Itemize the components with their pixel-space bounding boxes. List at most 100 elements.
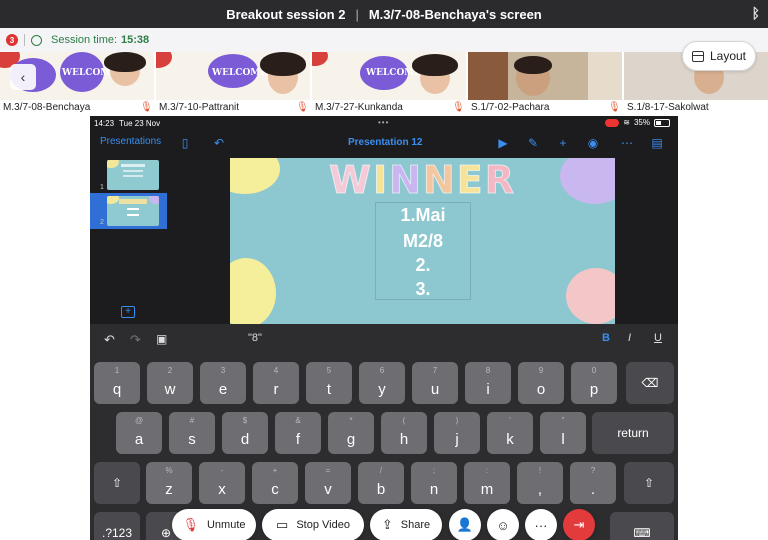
key-a[interactable]: @ a xyxy=(116,412,162,454)
key-secondary-label: 4 xyxy=(273,366,279,375)
participant-tile[interactable]: S.1/7-02-Pachara 🎙 xyxy=(468,52,622,116)
slide-thumbnail[interactable] xyxy=(107,160,159,190)
key-label: n xyxy=(429,481,439,498)
bold-button[interactable]: B xyxy=(602,332,610,344)
ipad-time: 14:23 xyxy=(94,118,115,128)
key-label: . xyxy=(590,481,596,498)
winner-line: 2. xyxy=(415,255,431,275)
clipboard-icon[interactable]: ▣ xyxy=(156,332,167,346)
key-l[interactable]: " l xyxy=(540,412,586,454)
share-button[interactable]: ⇪ Share xyxy=(370,509,442,540)
autocomplete-suggestion[interactable]: "8" xyxy=(248,332,262,344)
multitasking-dots-icon[interactable]: ••• xyxy=(378,118,389,127)
participant-tile[interactable]: WELCOME ‹ M.3/7-08-Benchaya 🎙 xyxy=(0,52,154,116)
scroll-left-button[interactable]: ‹ xyxy=(10,64,36,90)
key-secondary-label: " xyxy=(561,416,565,425)
document-icon[interactable]: ▤ xyxy=(650,136,664,150)
session-divider xyxy=(24,34,25,46)
key-label: ⌫ xyxy=(641,376,659,390)
key-d[interactable]: $ d xyxy=(222,412,268,454)
key-m[interactable]: :m xyxy=(464,462,510,504)
format-brush-icon[interactable]: ✎ xyxy=(526,136,540,150)
participant-tile[interactable]: WELCOME M.3/7-27-Kunkanda 🎙 xyxy=(312,52,466,116)
reactions-button[interactable]: ☺ xyxy=(487,509,519,540)
key-label: ⌨ xyxy=(633,526,651,540)
slide-thumbnail-selected[interactable] xyxy=(107,196,159,226)
key-u[interactable]: 7u xyxy=(412,362,458,404)
redo-icon[interactable]: ↷ xyxy=(130,332,141,348)
shift-key-right[interactable]: ⇧ xyxy=(624,462,674,504)
add-icon[interactable]: + xyxy=(556,136,570,150)
key-f[interactable]: & f xyxy=(275,412,321,454)
key-b[interactable]: / b xyxy=(358,462,404,504)
key-v[interactable]: = v xyxy=(305,462,351,504)
unmute-button[interactable]: 🎙 Unmute xyxy=(172,509,256,540)
key-i[interactable]: 8i xyxy=(465,362,511,404)
muted-mic-icon: 🎙 xyxy=(182,517,199,532)
more-button[interactable]: ··· xyxy=(525,509,557,540)
winner-letter: N xyxy=(389,158,423,203)
key-n[interactable]: ; n xyxy=(411,462,457,504)
key-g[interactable]: * g xyxy=(328,412,374,454)
sidebar-toggle-icon[interactable]: ▯ xyxy=(178,136,192,150)
key-r[interactable]: 4r xyxy=(253,362,299,404)
key-secondary-label: # xyxy=(189,416,195,425)
key-secondary-label: $ xyxy=(242,416,248,425)
title-bar: Breakout session 2 | M.3/7-08-Benchaya's… xyxy=(0,0,768,28)
key-o[interactable]: 9o xyxy=(518,362,564,404)
canvas-margin xyxy=(615,158,678,324)
key-secondary-label: 9 xyxy=(538,366,544,375)
add-slide-button[interactable]: + xyxy=(121,306,135,318)
return-key[interactable]: return xyxy=(592,412,674,454)
shift-key[interactable]: ⇧ xyxy=(94,462,140,504)
undo-icon[interactable]: ↶ xyxy=(104,332,115,348)
key-secondary-label: / xyxy=(379,466,383,475)
key-k[interactable]: ' k xyxy=(487,412,533,454)
participant-tile[interactable]: WELCOME M.3/7-10-Pattranit 🎙 xyxy=(156,52,310,116)
key-e[interactable]: 3e xyxy=(200,362,246,404)
play-icon[interactable]: ▶ xyxy=(496,136,510,150)
key-c[interactable]: + c xyxy=(252,462,298,504)
key-x[interactable]: -x xyxy=(199,462,245,504)
unmute-label: Unmute xyxy=(206,519,246,531)
collaborate-icon[interactable]: ◉ xyxy=(586,136,600,150)
key-label: , xyxy=(537,481,543,498)
notification-badge[interactable]: 3 xyxy=(6,34,18,46)
dismiss-keyboard-key[interactable]: ⌨ xyxy=(610,512,674,540)
muted-mic-icon: 🎙 xyxy=(140,102,153,113)
title-separator: | xyxy=(355,6,359,22)
shared-screen: 14:23 Tue 23 Nov ••• ≋ 35% Presentations… xyxy=(90,116,678,540)
underline-button[interactable]: U xyxy=(654,332,662,344)
key-label: i xyxy=(486,381,490,398)
key-j[interactable]: ) j xyxy=(434,412,480,454)
key-secondary-label: 6 xyxy=(379,366,385,375)
presentation-title[interactable]: Presentation 12 xyxy=(348,137,422,148)
key-h[interactable]: (h xyxy=(381,412,427,454)
numbers-key[interactable]: .?123 xyxy=(94,512,140,540)
more-options-icon[interactable]: ⋯ xyxy=(620,136,634,150)
period-key[interactable]: ?. xyxy=(570,462,616,504)
key-t[interactable]: 5t xyxy=(306,362,352,404)
key-q[interactable]: 1q xyxy=(94,362,140,404)
winners-textbox[interactable]: 1.Mai M2/8 2. 3. xyxy=(375,202,471,300)
leave-button[interactable]: ⇥ xyxy=(563,509,595,540)
undo-icon[interactable]: ↶ xyxy=(212,136,226,150)
key-w[interactable]: 2w xyxy=(147,362,193,404)
key-z[interactable]: % z xyxy=(146,462,192,504)
key-label: .?123 xyxy=(101,526,133,540)
winner-letter: R xyxy=(484,158,516,203)
key-s[interactable]: # s xyxy=(169,412,215,454)
key-p[interactable]: 0p xyxy=(571,362,617,404)
layout-button[interactable]: Layout xyxy=(682,41,756,71)
stop-video-button[interactable]: ▭ Stop Video xyxy=(262,509,364,540)
slide-canvas[interactable]: WINNER 1.Mai M2/8 2. 3. xyxy=(230,158,615,324)
italic-button[interactable]: I xyxy=(628,332,631,344)
key-y[interactable]: 6y xyxy=(359,362,405,404)
participants-button[interactable]: 👤 xyxy=(449,509,481,540)
key-secondary-label: * xyxy=(349,416,353,425)
delete-key[interactable]: ⌫ xyxy=(626,362,674,404)
key-secondary-label: : xyxy=(485,466,489,475)
presentations-button[interactable]: Presentations xyxy=(100,136,161,147)
video-camera-icon: ▭ xyxy=(276,517,289,532)
comma-key[interactable]: !, xyxy=(517,462,563,504)
